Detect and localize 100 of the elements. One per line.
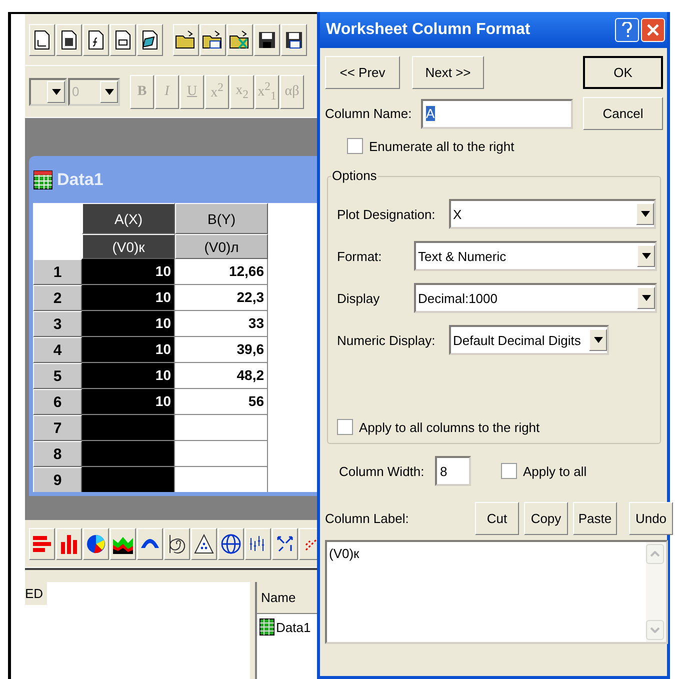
edit-button[interactable]: Undo: [629, 502, 673, 535]
table-cell: 10: [82, 311, 175, 337]
open-folder-button[interactable]: [173, 24, 199, 56]
edit-button[interactable]: Cut: [475, 502, 519, 535]
checkbox-label: Enumerate all to the right: [369, 138, 514, 154]
graph-page-icon: [34, 30, 50, 50]
globe-button[interactable]: [218, 528, 244, 560]
dropdown-arrow-icon: [104, 88, 114, 94]
column-header[interactable]: A(X): [82, 203, 175, 234]
column-header[interactable]: Name: [257, 582, 317, 614]
checkbox[interactable]: [501, 463, 517, 479]
edit-button[interactable]: Paste: [573, 502, 617, 535]
row-header[interactable]: 4: [33, 337, 82, 363]
column-label-field[interactable]: (V0)к: [325, 540, 668, 644]
notes-page-icon: [142, 30, 158, 50]
field-label: Plot Designation:: [337, 206, 436, 222]
function-page-button[interactable]: [83, 24, 109, 56]
scroll-up-icon: [650, 551, 660, 557]
column-width-field[interactable]: 8: [435, 456, 471, 486]
table-cell: 48,2: [175, 363, 268, 389]
help-button[interactable]: [615, 18, 639, 42]
scroll-down-icon: [650, 627, 660, 633]
globe-icon: [220, 532, 242, 554]
checkbox-label: Apply to all columns to the right: [359, 420, 540, 434]
save-button[interactable]: [254, 24, 280, 56]
triangle-button[interactable]: [191, 528, 217, 560]
row-header[interactable]: 2: [33, 285, 82, 311]
column-chart-button[interactable]: [56, 528, 82, 560]
checkbox[interactable]: [337, 419, 353, 435]
dropdown-arrow-icon: [642, 253, 650, 259]
dropdown-arrow-icon: [642, 295, 650, 301]
dialog-title: Worksheet Column Format: [326, 21, 530, 39]
close-icon: [647, 24, 659, 36]
row-header[interactable]: 9: [33, 467, 82, 492]
column-chart-icon: [58, 532, 80, 554]
list-item[interactable]: Data1: [257, 614, 317, 640]
area-chart-button[interactable]: [110, 528, 136, 560]
window-title: Data1: [57, 170, 104, 190]
notes-page-button[interactable]: [137, 24, 163, 56]
worksheet-icon: [259, 618, 275, 636]
field-label: Numeric Display:: [337, 332, 436, 348]
table-cell: 33: [175, 311, 268, 337]
field-label: Column Label:: [325, 511, 410, 526]
column-label: (V0)к: [82, 234, 175, 259]
pane-text: ED: [25, 582, 48, 605]
dropdown[interactable]: Text & Numeric: [414, 241, 657, 271]
vector-arrows-button[interactable]: [272, 528, 298, 560]
column-label: (V0)л: [175, 234, 268, 259]
column-header[interactable]: B(Y): [175, 203, 268, 234]
curve-icon: [141, 539, 159, 548]
open-folder-icon: [175, 30, 197, 50]
table-cell: 10: [82, 285, 175, 311]
checkbox[interactable]: [347, 138, 363, 154]
field-label: Column Width:: [339, 464, 426, 478]
save-graph-icon: [285, 30, 303, 48]
table-cell: 56: [175, 389, 268, 415]
column-name-field[interactable]: A: [421, 98, 573, 128]
group-title: Options: [331, 168, 378, 183]
worksheet-icon: [33, 170, 53, 190]
graph-folder-icon: [202, 30, 224, 50]
table-cell: 22,3: [175, 285, 268, 311]
function-page-icon: [88, 30, 104, 50]
graph-page-button[interactable]: [29, 24, 55, 56]
ok-button[interactable]: OK: [583, 56, 663, 89]
save-graph-button[interactable]: [281, 24, 307, 56]
row-header[interactable]: 5: [33, 363, 82, 389]
triangle-icon: [193, 532, 215, 554]
scrollbar[interactable]: [646, 542, 666, 642]
table-cell: 10: [82, 363, 175, 389]
error-bars-button[interactable]: [245, 528, 271, 560]
help-icon: [622, 22, 632, 38]
pie-chart-button[interactable]: [83, 528, 109, 560]
cancel-button[interactable]: Cancel: [583, 97, 663, 130]
close-button[interactable]: [641, 18, 665, 42]
dropdown[interactable]: Decimal:1000: [414, 283, 657, 313]
curve-button[interactable]: [137, 528, 163, 560]
dropdown-arrow-icon: [52, 88, 60, 94]
edit-button[interactable]: Copy: [524, 502, 568, 535]
table-cell: 10: [82, 389, 175, 415]
row-header[interactable]: 7: [33, 415, 82, 441]
pie-chart-icon: [85, 532, 107, 554]
spiral-button[interactable]: [164, 528, 190, 560]
field-label: Display: [337, 290, 381, 306]
dropdown-arrow-icon: [640, 211, 650, 217]
dropdown[interactable]: X: [449, 199, 656, 229]
dropdown[interactable]: Default Decimal Digits: [449, 325, 609, 355]
graph-folder-button[interactable]: [200, 24, 226, 56]
checkbox-label: Apply to all: [523, 464, 587, 478]
field-label: Format:: [337, 248, 383, 264]
row-header[interactable]: 8: [33, 441, 82, 467]
row-header[interactable]: 6: [33, 389, 82, 415]
prev-button[interactable]: << Prev: [325, 56, 400, 89]
table-cell: 39,6: [175, 337, 268, 363]
next-button[interactable]: Next >>: [412, 56, 484, 89]
row-header[interactable]: 1: [33, 259, 82, 285]
bar-chart-button[interactable]: [29, 528, 55, 560]
save-icon: [258, 30, 276, 48]
dropdown-arrow-icon: [594, 337, 602, 343]
row-header[interactable]: 3: [33, 311, 82, 337]
field-label: Column Name:: [325, 106, 413, 121]
